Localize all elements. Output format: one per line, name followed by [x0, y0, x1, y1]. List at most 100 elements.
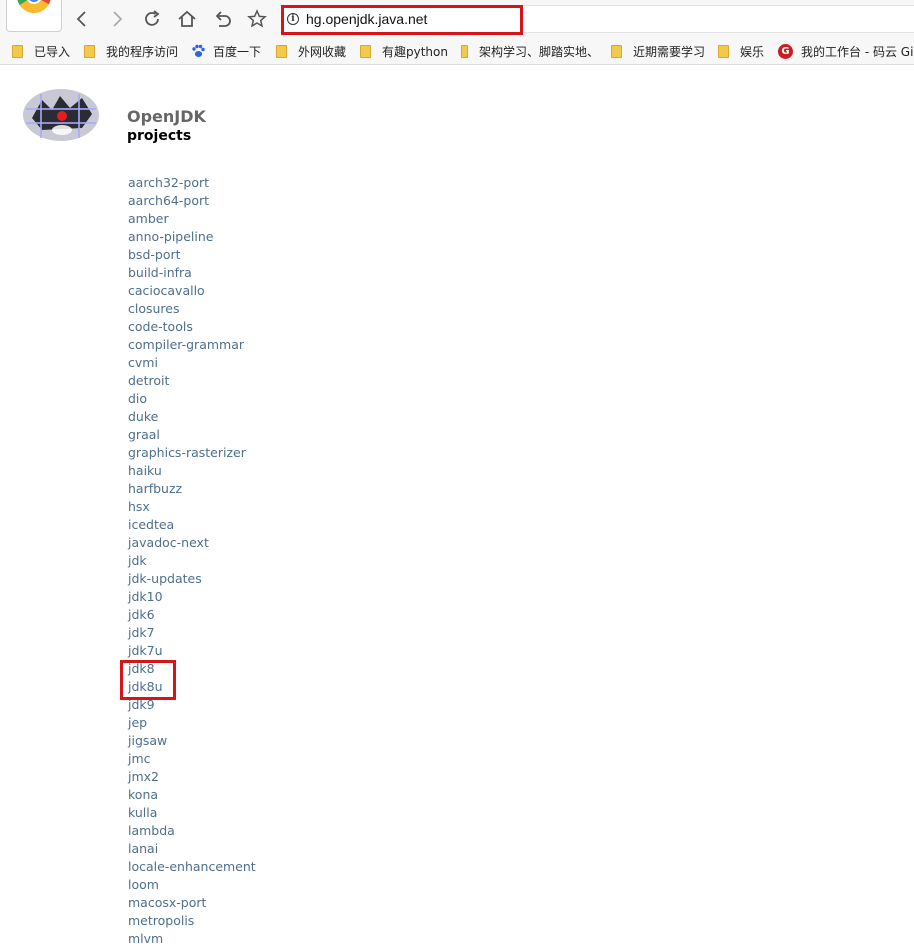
gitee-icon: G: [778, 43, 793, 59]
project-link[interactable]: closures: [128, 301, 180, 316]
bookmark-item[interactable]: 近期需要学习: [611, 42, 705, 60]
folder-icon: [276, 44, 287, 58]
bookmark-item[interactable]: 百度一下: [191, 42, 261, 60]
project-link[interactable]: graphics-rasterizer: [128, 445, 246, 460]
project-link[interactable]: jdk8: [128, 661, 155, 676]
list-item: lanai: [128, 840, 256, 858]
list-item: jdk8: [128, 660, 256, 678]
list-item: caciocavallo: [128, 282, 256, 300]
forward-icon[interactable]: [104, 6, 130, 32]
project-link[interactable]: build-infra: [128, 265, 192, 280]
project-link[interactable]: compiler-grammar: [128, 337, 244, 352]
bookmark-item[interactable]: 我的程序访问: [84, 42, 178, 60]
browser-logo-icon[interactable]: [6, 0, 62, 32]
list-item: jmc: [128, 750, 256, 768]
list-item: graal: [128, 426, 256, 444]
list-item: graphics-rasterizer: [128, 444, 256, 462]
project-link[interactable]: jmc: [128, 751, 151, 766]
folder-icon: [611, 44, 622, 58]
project-link[interactable]: jdk7: [128, 625, 155, 640]
project-link[interactable]: bsd-port: [128, 247, 181, 262]
list-item: compiler-grammar: [128, 336, 256, 354]
info-icon[interactable]: i: [287, 13, 299, 25]
project-link[interactable]: macosx-port: [128, 895, 206, 910]
project-link[interactable]: code-tools: [128, 319, 193, 334]
home-icon[interactable]: [174, 6, 200, 32]
bookmark-label: 有趣python: [382, 44, 448, 59]
project-link[interactable]: kona: [128, 787, 158, 802]
project-link[interactable]: cvmi: [128, 355, 158, 370]
list-item: javadoc-next: [128, 534, 256, 552]
project-link[interactable]: jdk-updates: [128, 571, 202, 586]
bookmarks-bar: 已导入 我的程序访问 百度一下 外网收藏 有趣python 架构学习、脚踏实地、…: [0, 38, 914, 65]
project-link[interactable]: javadoc-next: [128, 535, 209, 550]
list-item: jdk7u: [128, 642, 256, 660]
project-link[interactable]: jdk6: [128, 607, 155, 622]
project-link[interactable]: jdk7u: [128, 643, 163, 658]
project-link[interactable]: jmx2: [128, 769, 159, 784]
project-link[interactable]: icedtea: [128, 517, 174, 532]
list-item: kulla: [128, 804, 256, 822]
project-link[interactable]: detroit: [128, 373, 169, 388]
project-link[interactable]: jdk9: [128, 697, 155, 712]
bookmark-item[interactable]: 有趣python: [360, 42, 448, 60]
list-item: kona: [128, 786, 256, 804]
folder-icon: [360, 44, 371, 58]
bookmark-label: 近期需要学习: [633, 44, 706, 59]
project-link[interactable]: jdk: [128, 553, 147, 568]
folder-icon: [461, 44, 468, 58]
project-link[interactable]: lambda: [128, 823, 175, 838]
project-link[interactable]: duke: [128, 409, 158, 424]
list-item: jdk7: [128, 624, 256, 642]
project-link[interactable]: locale-enhancement: [128, 859, 256, 874]
list-item: cvmi: [128, 354, 256, 372]
folder-icon: [84, 44, 95, 58]
list-item: jdk6: [128, 606, 256, 624]
page-subtitle: projects: [127, 128, 192, 144]
bookmark-item[interactable]: 外网收藏: [276, 42, 346, 60]
list-item: aarch32-port: [128, 174, 256, 192]
project-link[interactable]: graal: [128, 427, 160, 442]
project-link[interactable]: hsx: [128, 499, 150, 514]
list-item: jdk: [128, 552, 256, 570]
undo-icon[interactable]: [210, 6, 236, 32]
bookmark-label: 娱乐: [740, 44, 765, 59]
project-link[interactable]: lanai: [128, 841, 158, 856]
page-title: OpenJDK: [127, 107, 206, 126]
bookmark-label: 我的工作台 - 码云 Gi: [801, 44, 914, 59]
duke-logo-icon: [23, 89, 99, 141]
bookmark-item[interactable]: 架构学习、脚踏实地、: [461, 42, 599, 60]
bookmark-label: 百度一下: [213, 44, 262, 59]
project-link[interactable]: jdk8u: [128, 679, 163, 694]
project-link[interactable]: amber: [128, 211, 169, 226]
project-link[interactable]: loom: [128, 877, 159, 892]
url-text[interactable]: hg.openjdk.java.net: [306, 11, 427, 27]
bookmark-item[interactable]: G 我的工作台 - 码云 Gi: [778, 42, 913, 60]
project-link[interactable]: anno-pipeline: [128, 229, 214, 244]
project-link[interactable]: harfbuzz: [128, 481, 182, 496]
reload-icon[interactable]: [139, 6, 165, 32]
list-item: metropolis: [128, 912, 256, 930]
project-link[interactable]: jep: [128, 715, 147, 730]
project-link[interactable]: kulla: [128, 805, 157, 820]
back-icon[interactable]: [69, 6, 95, 32]
bookmark-label: 我的程序访问: [106, 44, 179, 59]
project-link[interactable]: metropolis: [128, 913, 194, 928]
project-link[interactable]: mlvm: [128, 931, 163, 946]
address-bar[interactable]: i hg.openjdk.java.net: [280, 5, 914, 33]
project-link[interactable]: aarch64-port: [128, 193, 209, 208]
project-link[interactable]: jdk10: [128, 589, 163, 604]
star-icon[interactable]: [244, 6, 270, 32]
project-link[interactable]: jigsaw: [128, 733, 167, 748]
project-link[interactable]: caciocavallo: [128, 283, 205, 298]
project-link[interactable]: haiku: [128, 463, 162, 478]
list-item: amber: [128, 210, 256, 228]
folder-icon: [718, 44, 729, 58]
project-link[interactable]: aarch32-port: [128, 175, 209, 190]
list-item: jep: [128, 714, 256, 732]
project-link[interactable]: dio: [128, 391, 147, 406]
bookmark-item[interactable]: 娱乐: [718, 42, 764, 60]
bookmark-label: 架构学习、脚踏实地、: [478, 44, 599, 59]
list-item: jdk8u: [128, 678, 256, 696]
bookmark-item[interactable]: 已导入: [12, 42, 70, 60]
